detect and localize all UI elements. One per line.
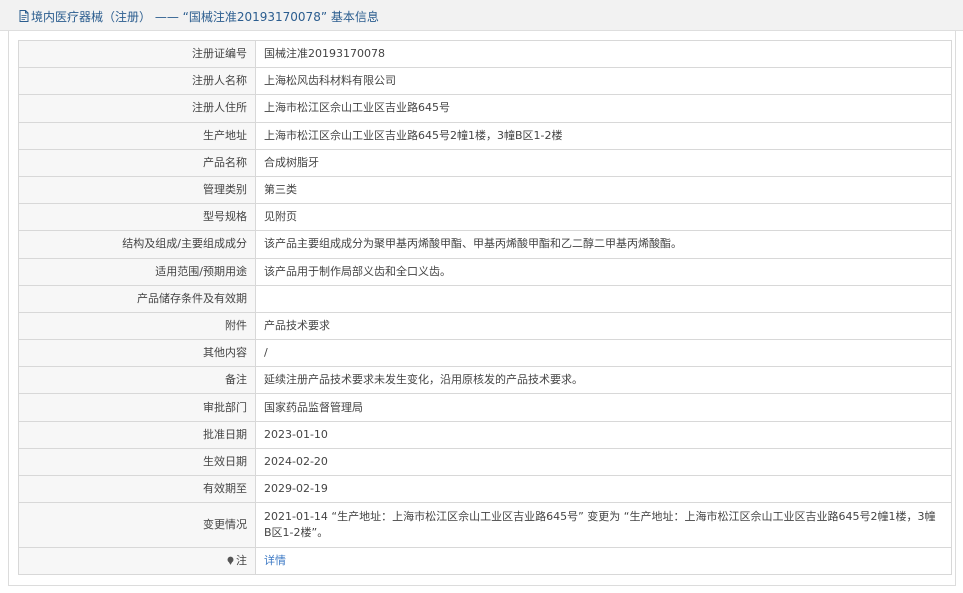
row-value: 延续注册产品技术要求未发生变化，沿用原核发的产品技术要求。 bbox=[255, 366, 952, 395]
title-bar: 境内医疗器械（注册） —— “国械注准20193170078” 基本信息 bbox=[0, 0, 963, 31]
row-label: 产品名称 bbox=[18, 148, 256, 177]
row-label: 结构及组成/主要组成成分 bbox=[18, 230, 256, 259]
table-row: 注册人住所 上海市松江区佘山工业区吉业路645号 bbox=[18, 94, 952, 123]
table-row: 产品储存条件及有效期 bbox=[18, 284, 952, 313]
row-value bbox=[255, 284, 952, 313]
row-label: 有效期至 bbox=[18, 474, 256, 504]
row-label: 型号规格 bbox=[18, 203, 256, 232]
row-value: 上海松风齿科材料有限公司 bbox=[255, 67, 952, 96]
row-value: 国械注准20193170078 bbox=[255, 39, 952, 69]
row-value: 产品技术要求 bbox=[255, 311, 952, 341]
row-value: 该产品主要组成成分为聚甲基丙烯酸甲酯、甲基丙烯酸甲酯和乙二醇二甲基丙烯酸酯。 bbox=[255, 230, 952, 259]
row-label: 注册人住所 bbox=[18, 94, 256, 123]
row-label: 注册人名称 bbox=[18, 67, 256, 96]
table-row: 注册证编号 国械注准20193170078 bbox=[18, 39, 952, 69]
table-row: 其他内容 / bbox=[18, 339, 952, 368]
table-row: 变更情况 2021-01-14 “生产地址：上海市松江区佘山工业区吉业路645号… bbox=[18, 502, 952, 549]
table-row: 有效期至 2029-02-19 bbox=[18, 474, 952, 504]
row-label: 备注 bbox=[18, 366, 256, 395]
row-value: 见附页 bbox=[255, 203, 952, 232]
row-label: 其他内容 bbox=[18, 339, 256, 368]
row-value: 合成树脂牙 bbox=[255, 148, 952, 177]
note-label: 注 bbox=[18, 547, 256, 576]
row-value: 2029-02-19 bbox=[255, 474, 952, 504]
info-table: 注册证编号 国械注准20193170078 注册人名称 上海松风齿科材料有限公司… bbox=[18, 39, 952, 576]
table-row: 适用范围/预期用途 该产品用于制作局部义齿和全口义齿。 bbox=[18, 257, 952, 286]
row-value: 第三类 bbox=[255, 175, 952, 205]
page-title-text: 境内医疗器械（注册） —— “国械注准20193170078” 基本信息 bbox=[31, 9, 379, 24]
pin-icon bbox=[227, 556, 234, 566]
table-row: 管理类别 第三类 bbox=[18, 175, 952, 205]
row-label: 生效日期 bbox=[18, 447, 256, 477]
row-label: 生产地址 bbox=[18, 121, 256, 150]
table-row: 备注 延续注册产品技术要求未发生变化，沿用原核发的产品技术要求。 bbox=[18, 366, 952, 395]
table-row: 注册人名称 上海松风齿科材料有限公司 bbox=[18, 67, 952, 96]
row-label: 适用范围/预期用途 bbox=[18, 257, 256, 286]
table-row: 附件 产品技术要求 bbox=[18, 311, 952, 341]
row-label: 批准日期 bbox=[18, 420, 256, 449]
note-value: 详情 bbox=[255, 547, 952, 576]
table-row: 型号规格 见附页 bbox=[18, 203, 952, 232]
table-row: 生效日期 2024-02-20 bbox=[18, 447, 952, 477]
row-label: 产品储存条件及有效期 bbox=[18, 284, 256, 313]
page-title: 境内医疗器械（注册） —— “国械注准20193170078” 基本信息 bbox=[19, 9, 379, 24]
row-value: 上海市松江区佘山工业区吉业路645号 bbox=[255, 94, 952, 123]
row-value: / bbox=[255, 339, 952, 368]
row-value: 2021-01-14 “生产地址：上海市松江区佘山工业区吉业路645号” 变更为… bbox=[255, 502, 952, 549]
table-row: 产品名称 合成树脂牙 bbox=[18, 148, 952, 177]
document-icon bbox=[19, 10, 29, 22]
row-label: 附件 bbox=[18, 311, 256, 341]
table-row: 审批部门 国家药品监督管理局 bbox=[18, 393, 952, 422]
row-value: 国家药品监督管理局 bbox=[255, 393, 952, 422]
row-value: 上海市松江区佘山工业区吉业路645号2幢1楼，3幢B区1-2楼 bbox=[255, 121, 952, 150]
row-label: 变更情况 bbox=[18, 502, 256, 549]
table-row: 批准日期 2023-01-10 bbox=[18, 420, 952, 449]
row-label: 注册证编号 bbox=[18, 39, 256, 69]
table-row: 结构及组成/主要组成成分 该产品主要组成成分为聚甲基丙烯酸甲酯、甲基丙烯酸甲酯和… bbox=[18, 230, 952, 259]
row-label: 审批部门 bbox=[18, 393, 256, 422]
details-link[interactable]: 详情 bbox=[264, 554, 286, 567]
row-value: 2023-01-10 bbox=[255, 420, 952, 449]
row-label: 管理类别 bbox=[18, 175, 256, 205]
note-label-text: 注 bbox=[236, 554, 247, 568]
row-value: 2024-02-20 bbox=[255, 447, 952, 477]
table-row: 生产地址 上海市松江区佘山工业区吉业路645号2幢1楼，3幢B区1-2楼 bbox=[18, 121, 952, 150]
note-row: 注 详情 bbox=[18, 547, 952, 576]
row-value: 该产品用于制作局部义齿和全口义齿。 bbox=[255, 257, 952, 286]
